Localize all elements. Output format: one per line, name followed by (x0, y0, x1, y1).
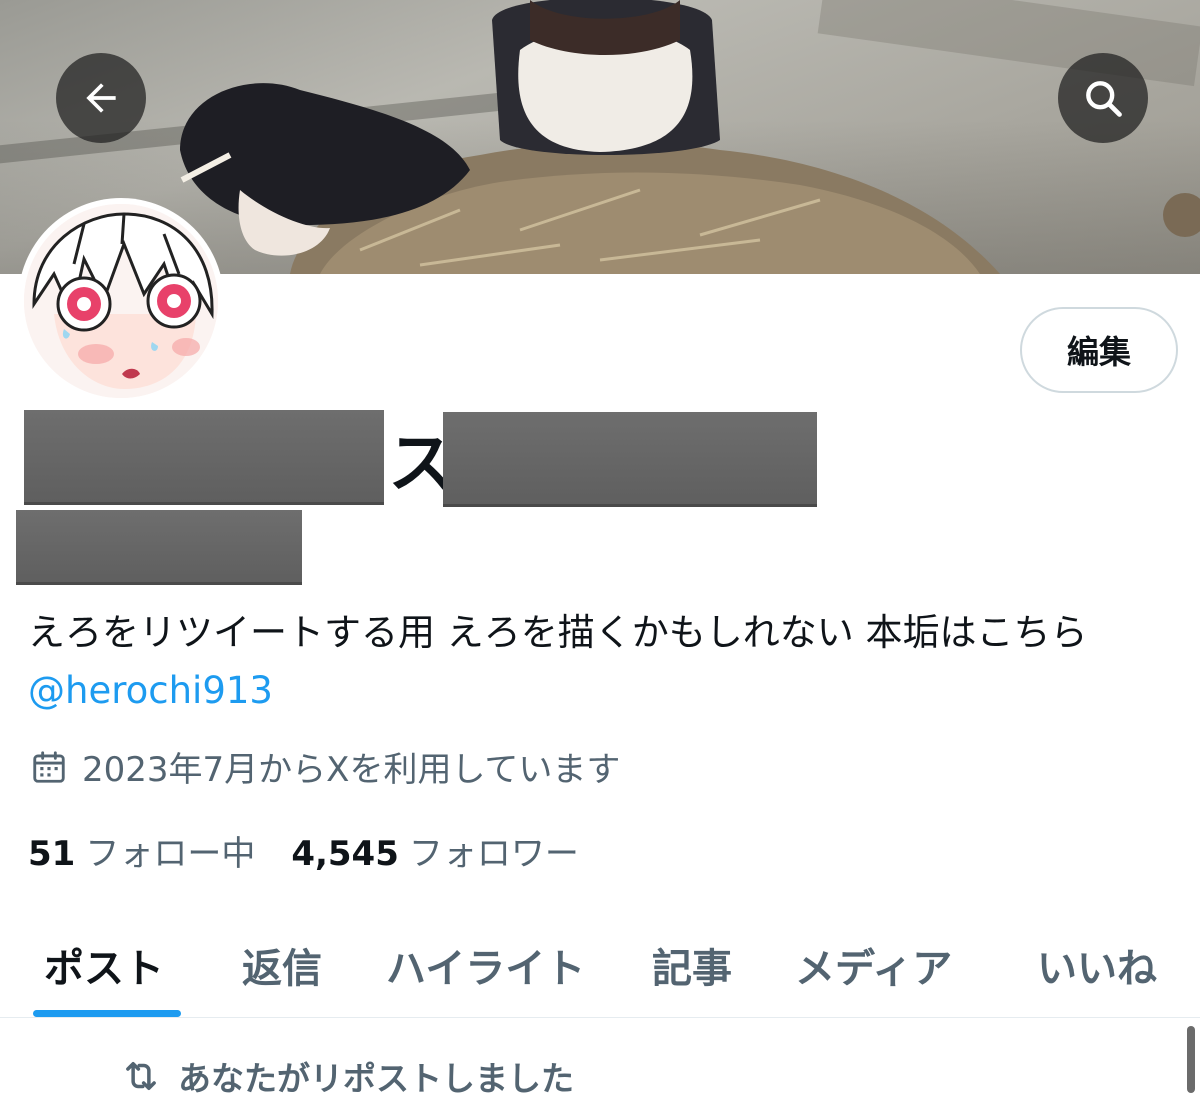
bio-text: えろをリツイートする用 えろを描くかもしれない 本垢はこちら (28, 611, 1088, 654)
profile-bio: えろをリツイートする用 えろを描くかもしれない 本垢はこちら @herochi9… (28, 604, 1178, 720)
calendar-icon (33, 750, 65, 783)
tab-articles[interactable]: 記事 (652, 912, 732, 1018)
followers-link[interactable]: 4,545 フォロワー (291, 826, 579, 875)
edit-profile-button[interactable]: 編集 (1020, 307, 1178, 393)
repost-notice-text: あなたがリポストしました (178, 1059, 574, 1093)
followers-label: フォロワー (408, 834, 579, 874)
back-button[interactable] (56, 53, 146, 143)
tab-media[interactable]: メディア (795, 912, 952, 1018)
active-tab-indicator (33, 1010, 181, 1017)
redacted-name-block (24, 410, 384, 502)
search-icon (1086, 81, 1122, 117)
following-label: フォロー中 (85, 834, 256, 874)
avatar[interactable] (18, 198, 224, 404)
profile-tabs: ポスト 返信 ハイライト 記事 メディア いいね (0, 912, 1200, 1018)
following-count: 51 (28, 834, 76, 874)
search-button[interactable] (1058, 53, 1148, 143)
repost-icon (126, 1062, 156, 1090)
tab-highlights[interactable]: ハイライト (386, 912, 585, 1018)
redacted-name-block (443, 412, 817, 504)
tab-likes[interactable]: いいね (1037, 912, 1157, 1018)
tab-posts[interactable]: ポスト (44, 912, 164, 1018)
joined-text: 2023年7月からXを利用しています (82, 750, 621, 790)
followers-count: 4,545 (291, 834, 399, 874)
avatar-illustration (24, 204, 218, 398)
redacted-handle-block (16, 510, 302, 582)
scrollbar[interactable] (1187, 1026, 1195, 1093)
follow-stats: 51 フォロー中 4,545 フォロワー (28, 826, 615, 875)
arrow-left-icon (86, 83, 116, 113)
joined-date: 2023年7月からXを利用しています (30, 742, 620, 791)
repost-notice: あなたがリポストしました (120, 1052, 574, 1093)
following-link[interactable]: 51 フォロー中 (28, 826, 255, 875)
tab-replies[interactable]: 返信 (242, 912, 322, 1018)
bio-mention-link[interactable]: @herochi913 (28, 669, 273, 712)
